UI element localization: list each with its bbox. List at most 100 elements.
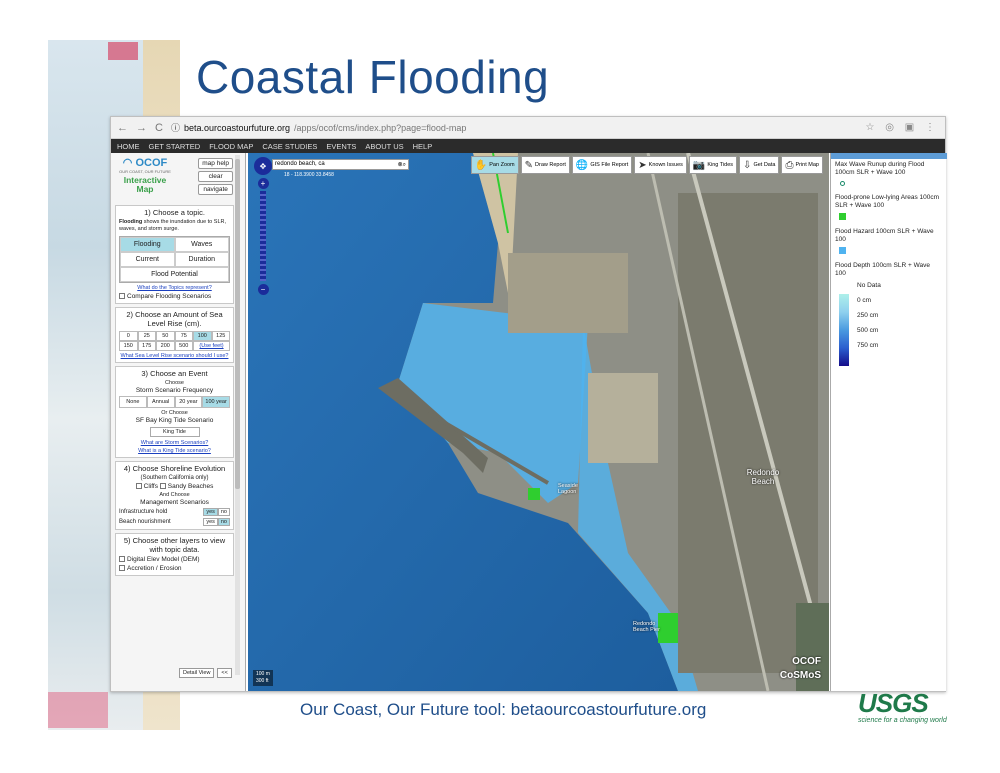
nourish-yes[interactable]: yes bbox=[203, 518, 218, 526]
navigate-button[interactable]: navigate bbox=[198, 184, 233, 195]
topics-help-link[interactable]: What do the Topics represent? bbox=[119, 285, 230, 291]
camera-icon: 📷 bbox=[692, 159, 706, 171]
ramp-label: 750 cm bbox=[857, 342, 879, 349]
slr-option[interactable]: 0 bbox=[119, 331, 138, 341]
flood-prone-swatch bbox=[839, 213, 846, 220]
nav-events[interactable]: EVENTS bbox=[326, 142, 356, 151]
zoom-out-button[interactable]: − bbox=[257, 284, 269, 295]
zoom-slider[interactable] bbox=[260, 191, 266, 281]
map-zoom-control: ✥ + − bbox=[254, 157, 272, 295]
storm-annual[interactable]: Annual bbox=[146, 396, 175, 408]
print-map-tool[interactable]: ⎙ Print Map bbox=[781, 156, 823, 174]
storm-20-year[interactable]: 20 year bbox=[174, 396, 203, 408]
get-data-tool[interactable]: ⇩ Get Data bbox=[739, 156, 780, 174]
url-field[interactable]: ⓘ beta.ourcoastourfuture.org/apps/ocof/c… bbox=[171, 121, 858, 134]
topic-waves[interactable]: Waves bbox=[174, 237, 229, 252]
storm-100-year[interactable]: 100 year bbox=[202, 396, 230, 408]
king-tide-help-link[interactable]: What is a King Tide scenario? bbox=[119, 448, 230, 454]
slr-option[interactable]: 175 bbox=[137, 341, 156, 351]
sandy-beaches-checkbox[interactable]: Sandy Beaches bbox=[159, 483, 213, 490]
section-shoreline: 4) Choose Shoreline Evolution (Southern … bbox=[115, 461, 234, 530]
map-scale-bar: 100 m 300 ft bbox=[253, 670, 273, 686]
map-toolbar: ✋ Pan Zoom ✎ Draw Report 🌐 GIS File Report … bbox=[470, 156, 823, 174]
nav-case-studies[interactable]: CASE STUDIES bbox=[262, 142, 317, 151]
hand-icon: ✋ bbox=[474, 159, 488, 171]
pan-arrows-icon[interactable]: ✥ bbox=[254, 157, 272, 175]
use-feet-link[interactable]: (Use feet) bbox=[193, 341, 230, 351]
usgs-logo: USGS science for a changing world bbox=[858, 688, 947, 724]
legend-flood-prone: Flood-prone Low-lying Areas 100cm SLR + … bbox=[835, 194, 942, 220]
map-imagery bbox=[248, 153, 829, 691]
slr-option[interactable]: 150 bbox=[119, 341, 138, 351]
legend-wave-runup: Max Wave Runup during Flood 100cm SLR + … bbox=[835, 161, 942, 186]
slide: Coastal Flooding ← → C ⓘ beta.ourcoastou… bbox=[0, 0, 1000, 773]
search-icon[interactable]: ⊗⌕ bbox=[398, 161, 406, 168]
place-label-seaside-lagoon: Seaside Lagoon bbox=[558, 483, 578, 495]
ramp-label: 500 cm bbox=[857, 327, 879, 334]
slr-option[interactable]: 500 bbox=[174, 341, 193, 351]
infra-yes[interactable]: yes bbox=[203, 508, 218, 516]
draw-report-tool[interactable]: ✎ Draw Report bbox=[520, 156, 570, 174]
slr-option[interactable]: 125 bbox=[211, 331, 230, 341]
nav-get-started[interactable]: GET STARTED bbox=[149, 142, 201, 151]
topic-flooding[interactable]: Flooding bbox=[120, 237, 175, 252]
place-label-redondo-beach: Redondo Beach bbox=[746, 468, 780, 486]
known-issues-tool[interactable]: ➤ Known Issues bbox=[634, 156, 687, 174]
slr-option[interactable]: 25 bbox=[137, 331, 156, 341]
topic-flood-potential[interactable]: Flood Potential bbox=[120, 267, 229, 282]
legend-flood-depth: Flood Depth 100cm SLR + Wave 100 No Data… bbox=[835, 262, 942, 366]
section-event: 3) Choose an Event Choose Storm Scenario… bbox=[115, 366, 234, 458]
cliffs-checkbox[interactable]: Cliffs bbox=[135, 483, 158, 490]
map-legend: Max Wave Runup during Flood 100cm SLR + … bbox=[830, 153, 947, 691]
ramp-label: 250 cm bbox=[857, 312, 879, 319]
detail-view-button[interactable]: Detail View bbox=[179, 668, 215, 678]
printer-icon: ⎙ bbox=[785, 159, 794, 171]
gis-file-report-tool[interactable]: 🌐 GIS File Report bbox=[571, 156, 633, 174]
clear-button[interactable]: clear bbox=[198, 171, 233, 182]
nav-home[interactable]: HOME bbox=[117, 142, 140, 151]
topic-duration[interactable]: Duration bbox=[174, 252, 229, 267]
zoom-in-button[interactable]: + bbox=[257, 178, 269, 189]
nav-about-us[interactable]: ABOUT US bbox=[365, 142, 403, 151]
slr-option-selected[interactable]: 100 bbox=[193, 331, 212, 341]
legend-flood-hazard: Flood Hazard 100cm SLR + Wave 100 bbox=[835, 228, 942, 254]
slr-option[interactable]: 200 bbox=[156, 341, 175, 351]
interactive-map-title: Interactive Map bbox=[123, 175, 167, 194]
url-path: /apps/ocof/cms/index.php?page=flood-map bbox=[294, 122, 467, 133]
nav-help[interactable]: HELP bbox=[413, 142, 433, 151]
site-nav: HOME GET STARTED FLOOD MAP CASE STUDIES … bbox=[111, 139, 945, 153]
slr-help-link[interactable]: What Sea Level Rise scenario should I us… bbox=[119, 353, 230, 359]
panel-scrollbar[interactable] bbox=[235, 155, 240, 675]
accretion-checkbox[interactable]: Accretion / Erosion bbox=[119, 565, 230, 572]
forward-icon[interactable]: → bbox=[136, 122, 147, 134]
star-icon[interactable]: ☆ ◎ ▣ ⋮ bbox=[866, 122, 939, 133]
back-icon[interactable]: ← bbox=[117, 122, 128, 134]
legend-header-bar[interactable] bbox=[831, 153, 947, 159]
storm-help-link[interactable]: What are Storm Scenarios? bbox=[119, 440, 230, 446]
king-tides-tool[interactable]: 📷 King Tides bbox=[688, 156, 738, 174]
slr-option[interactable]: 50 bbox=[156, 331, 175, 341]
wave-runup-marker-icon bbox=[840, 181, 845, 186]
dem-checkbox[interactable]: Digital Elev Model (DEM) bbox=[119, 556, 230, 563]
collapse-panel-button[interactable]: << bbox=[217, 668, 232, 678]
place-label-redondo-pier: Redondo Beach Pier bbox=[633, 621, 660, 633]
map-help-button[interactable]: map help bbox=[198, 158, 233, 169]
pan-zoom-tool[interactable]: ✋ Pan Zoom bbox=[470, 156, 519, 174]
slide-title: Coastal Flooding bbox=[196, 51, 550, 103]
king-tide-button[interactable]: King Tide bbox=[149, 427, 200, 437]
location-search-input[interactable]: redondo beach, ca ⊗⌕ bbox=[272, 159, 409, 170]
coordinates-readout: 18 - 118.3900 33.8458 bbox=[284, 172, 334, 178]
storm-none[interactable]: None bbox=[119, 396, 147, 408]
topic-current[interactable]: Current bbox=[120, 252, 175, 267]
slr-option[interactable]: 75 bbox=[174, 331, 193, 341]
reload-icon[interactable]: C bbox=[155, 122, 163, 134]
compare-checkbox[interactable]: Compare Flooding Scenarios bbox=[119, 293, 230, 300]
nav-flood-map[interactable]: FLOOD MAP bbox=[209, 142, 253, 151]
map-canvas[interactable]: ✥ + − redondo beach, ca ⊗⌕ 18 - 118.3900… bbox=[248, 153, 829, 691]
download-icon: ⇩ bbox=[743, 159, 752, 171]
infra-no[interactable]: no bbox=[217, 508, 230, 516]
ocof-cosmos-watermark: OCOF CoSMoS bbox=[779, 656, 821, 681]
section-layers: 5) Choose other layers to view with topi… bbox=[115, 533, 234, 576]
nourish-no[interactable]: no bbox=[217, 518, 230, 526]
ocof-logo: ◠ OCOF OUR COAST, OUR FUTURE Interactive… bbox=[115, 156, 175, 194]
